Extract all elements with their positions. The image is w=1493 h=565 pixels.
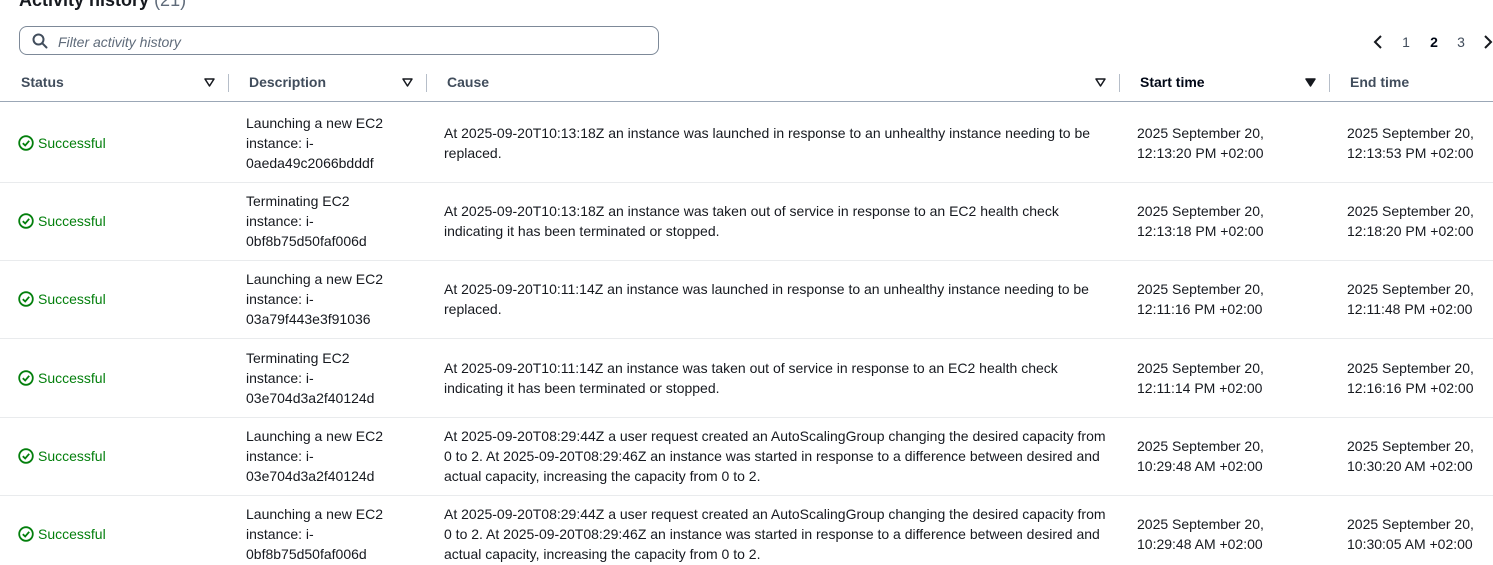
table-row: Successful Launching a new EC2 instance: … bbox=[0, 104, 1493, 183]
success-check-icon bbox=[18, 369, 34, 386]
title-text: Activity history bbox=[19, 0, 150, 10]
start-time-cell: 2025 September 20, 10:29:48 AM +02:00 bbox=[1137, 437, 1264, 474]
start-time-cell: 2025 September 20, 10:29:48 AM +02:00 bbox=[1137, 516, 1264, 552]
cause-cell: At 2025-09-20T10:13:18Z an instance was … bbox=[444, 203, 1059, 240]
description-cell: Launching a new EC2 instance: i-03a79f44… bbox=[246, 271, 383, 328]
sort-caret-down-icon[interactable] bbox=[402, 78, 413, 87]
column-header-end-time[interactable]: End time bbox=[1350, 68, 1409, 97]
description-cell: Launching a new EC2 instance: i-0aeda49c… bbox=[246, 115, 383, 171]
success-check-icon bbox=[18, 213, 34, 229]
cause-cell: At 2025-09-20T08:29:44Z a user request c… bbox=[444, 506, 1106, 562]
page-1-button[interactable]: 1 bbox=[1399, 32, 1413, 52]
end-time-cell: 2025 September 20, 10:30:05 AM +02:00 bbox=[1347, 516, 1474, 552]
chevron-right-icon[interactable] bbox=[1480, 32, 1493, 52]
sort-caret-down-icon[interactable] bbox=[204, 78, 215, 87]
description-cell: Launching a new EC2 instance: i-0bf8b75d… bbox=[246, 506, 383, 562]
end-time-cell: 2025 September 20, 12:16:16 PM +02:00 bbox=[1347, 359, 1474, 396]
filter-input[interactable] bbox=[56, 30, 650, 53]
page-3-button[interactable]: 3 bbox=[1454, 32, 1468, 52]
status-text: Successful bbox=[38, 291, 106, 308]
description-cell: Terminating EC2 instance: i-03e704d3a2f4… bbox=[246, 349, 375, 406]
chevron-left-icon[interactable] bbox=[1370, 32, 1386, 52]
column-divider[interactable] bbox=[426, 74, 427, 92]
end-time-cell: 2025 September 20, 10:30:20 AM +02:00 bbox=[1347, 437, 1474, 474]
column-divider[interactable] bbox=[228, 74, 229, 92]
end-time-cell: 2025 September 20, 12:13:53 PM +02:00 bbox=[1347, 125, 1474, 161]
status-badge: Successful bbox=[18, 524, 106, 544]
column-divider[interactable] bbox=[1329, 74, 1330, 92]
cause-cell: At 2025-09-20T10:11:14Z an instance was … bbox=[444, 281, 1089, 318]
page-title: Activity history (21) bbox=[19, 0, 186, 11]
table-row: Successful Launching a new EC2 instance: … bbox=[0, 417, 1493, 496]
column-header-start-time[interactable]: Start time bbox=[1140, 68, 1205, 97]
status-text: Successful bbox=[38, 213, 106, 230]
table-row: Successful Terminating EC2 instance: i-0b… bbox=[0, 182, 1493, 262]
end-time-cell: 2025 September 20, 12:18:20 PM +02:00 bbox=[1347, 203, 1474, 240]
sort-descending-icon[interactable] bbox=[1305, 78, 1316, 87]
end-time-cell: 2025 September 20, 12:11:48 PM +02:00 bbox=[1347, 281, 1474, 318]
cause-cell: At 2025-09-20T10:11:14Z an instance was … bbox=[444, 359, 1058, 396]
activity-history-panel: Activity history (21) 1 2 3 Status Descr… bbox=[0, 0, 1493, 565]
column-header-status[interactable]: Status bbox=[21, 68, 64, 97]
sort-caret-down-icon[interactable] bbox=[1095, 78, 1106, 87]
status-text: Successful bbox=[38, 447, 106, 464]
status-badge: Successful bbox=[18, 211, 106, 231]
start-time-cell: 2025 September 20, 12:11:14 PM +02:00 bbox=[1137, 359, 1264, 396]
table-row: Successful Launching a new EC2 instance: … bbox=[0, 260, 1493, 340]
status-badge: Successful bbox=[18, 368, 106, 388]
column-header-description[interactable]: Description bbox=[249, 68, 326, 97]
start-time-cell: 2025 September 20, 12:13:18 PM +02:00 bbox=[1137, 203, 1264, 240]
cause-cell: At 2025-09-20T08:29:44Z a user request c… bbox=[444, 427, 1106, 484]
start-time-cell: 2025 September 20, 12:11:16 PM +02:00 bbox=[1137, 281, 1264, 318]
success-check-icon bbox=[18, 135, 34, 151]
description-cell: Launching a new EC2 instance: i-03e704d3… bbox=[246, 427, 383, 484]
cause-cell: At 2025-09-20T10:13:18Z an instance was … bbox=[444, 125, 1091, 161]
table-row: Successful Terminating EC2 instance: i-03… bbox=[0, 339, 1493, 418]
success-check-icon bbox=[18, 448, 34, 464]
column-header-cause[interactable]: Cause bbox=[447, 68, 489, 97]
start-time-cell: 2025 September 20, 12:13:20 PM +02:00 bbox=[1137, 125, 1264, 161]
column-divider[interactable] bbox=[1119, 74, 1120, 92]
status-badge: Successful bbox=[18, 289, 106, 309]
status-badge: Successful bbox=[18, 133, 106, 153]
status-text: Successful bbox=[38, 369, 106, 386]
search-icon bbox=[32, 33, 48, 49]
success-check-icon bbox=[18, 291, 34, 308]
table-row: Successful Launching a new EC2 instance: … bbox=[0, 495, 1493, 565]
filter-box[interactable] bbox=[19, 26, 659, 55]
status-text: Successful bbox=[38, 135, 106, 151]
table-header: Status Description Cause Start time End … bbox=[0, 68, 1493, 102]
item-count: (21) bbox=[154, 0, 187, 10]
status-text: Successful bbox=[38, 526, 106, 542]
status-badge: Successful bbox=[18, 446, 106, 466]
description-cell: Terminating EC2 instance: i-0bf8b75d50fa… bbox=[246, 193, 367, 250]
page-2-button[interactable]: 2 bbox=[1427, 32, 1441, 52]
success-check-icon bbox=[18, 526, 34, 542]
